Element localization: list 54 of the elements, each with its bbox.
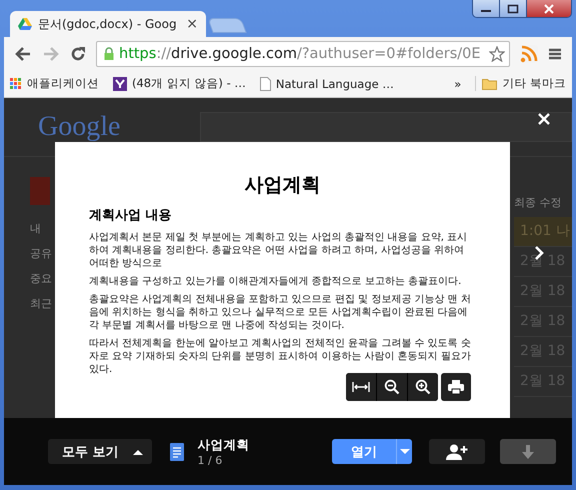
close-icon[interactable] (538, 113, 550, 125)
close-icon (543, 4, 555, 14)
back-icon[interactable] (14, 46, 32, 62)
close-tab-button[interactable]: × (186, 16, 198, 32)
drive-icon (18, 18, 32, 30)
zoom-in-icon (415, 379, 431, 395)
reload-icon[interactable] (70, 46, 86, 62)
address-bar[interactable]: https://drive.google.com/?authuser=0#folders/0E (96, 40, 510, 66)
caret-down-icon (400, 448, 410, 454)
bookmark-item[interactable]: (48개 읽지 않음) - … (113, 76, 246, 91)
y-logo-icon (113, 76, 127, 90)
download-icon (522, 444, 534, 458)
paragraph: 따라서 전체계획을 한눈에 알아보고 계획사업의 전체적인 윤곽을 그려볼 수 있도록 숫자로 요약 기재하되 숫자의 단위를 분명히 표시하여 이용하는 사람이 혼동되지 필요가 있다. (89, 337, 472, 376)
bookmark-item[interactable]: Natural Language … (260, 76, 394, 90)
print-icon (448, 380, 464, 394)
fit-width-button[interactable] (346, 373, 376, 401)
column-header: 최종 수정 (514, 195, 562, 211)
zoom-in-button[interactable] (408, 373, 438, 401)
fit-width-icon (352, 381, 370, 393)
sidebar-item: 공유 (30, 246, 52, 261)
zoom-out-icon (384, 379, 400, 395)
sidebar-item: 중요 (30, 271, 52, 286)
bookmarks-overflow-button[interactable]: » (454, 76, 462, 90)
show-all-button[interactable]: 모두 보기 (48, 439, 152, 464)
maximize-button[interactable] (500, 0, 527, 17)
browser-tab[interactable]: 문서(gdoc,docx) - Goog × (10, 11, 206, 37)
open-options-button[interactable] (396, 439, 412, 464)
document-icon (170, 442, 184, 460)
section-heading: 계획사업 내용 (89, 207, 172, 224)
google-logo: Google (38, 111, 120, 143)
paragraph: 계획내용을 구성하고 있는가를 이해관계자들에게 종합적으로 보고하는 총괄표이다. (89, 275, 462, 288)
bookmark-item[interactable]: 애플리케이션 (10, 76, 99, 91)
sidebar-item: 내 (30, 221, 42, 236)
lock-icon (104, 47, 114, 60)
other-bookmarks-item[interactable]: 기타 북마크 (475, 76, 566, 91)
print-button[interactable] (441, 373, 471, 401)
apps-grid-icon (10, 78, 22, 90)
add-person-button[interactable] (429, 439, 485, 464)
caret-up-icon (132, 448, 143, 454)
star-icon[interactable] (489, 46, 505, 62)
page-counter: 1 / 6 (198, 454, 224, 466)
folder-icon (482, 78, 498, 90)
paragraph: 사업계획서 본문 제일 첫 부분에는 계획하고 있는 사업의 총괄적인 내용을 요약, 표시하여 계획내용을 정리한다. 총괄요약은 어떤 사업을 하려고 하며, 사업성공을 위하여 어떠한 방식으로 (89, 231, 468, 270)
minimize-button[interactable] (473, 0, 500, 17)
page-icon (260, 76, 271, 90)
maximize-icon (507, 4, 519, 14)
add-person-icon (446, 444, 468, 460)
menu-icon[interactable] (548, 46, 562, 60)
zoom-out-button[interactable] (377, 373, 407, 401)
close-window-button[interactable] (527, 0, 571, 17)
sidebar-item: 최근 (30, 296, 52, 311)
paragraph: 총괄요약은 사업계획의 전체내용을 포함하고 있으므로 편집 및 정보제공 기능상 맨 처음에 위치하는 형식을 취하고 있으나 실무적으로 모든 사업계획수립이 완료된 다음에 각 부문별 계획서를 바탕으로 맨 나중에 작성되는 것이다. (89, 293, 472, 332)
document-title: 사업계획 (244, 173, 320, 198)
file-name: 사업계획 (198, 436, 250, 454)
